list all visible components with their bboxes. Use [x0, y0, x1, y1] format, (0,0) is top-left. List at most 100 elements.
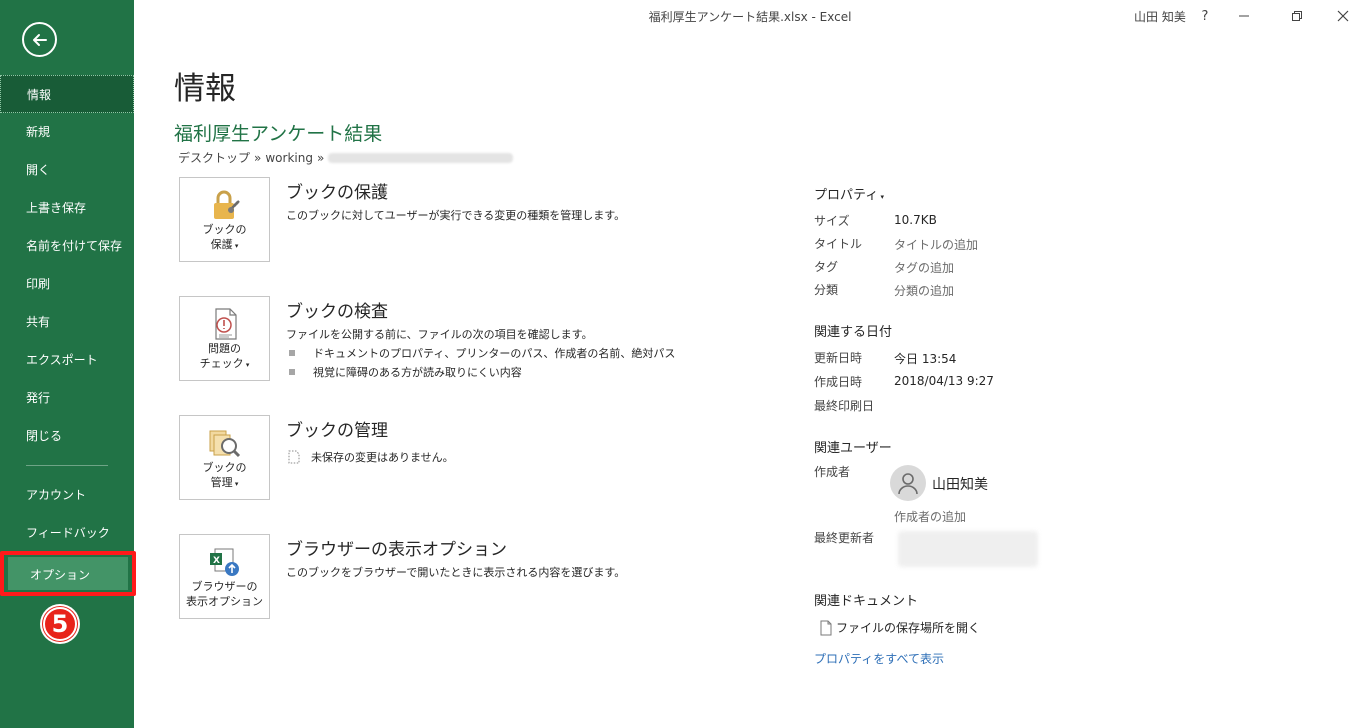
backstage-nav: 情報 新規 開く 上書き保存 名前を付けて保存 印刷 共有 エクスポート 発行 …: [0, 75, 134, 552]
add-title-field[interactable]: タイトルの追加: [894, 236, 978, 253]
nav-divider: [26, 465, 108, 466]
open-file-location-link[interactable]: ファイルの保存場所を開く: [820, 619, 980, 636]
manage-workbook-button[interactable]: ブックの 管理 ▾: [179, 415, 270, 500]
show-all-properties-link[interactable]: プロパティをすべて表示: [814, 650, 944, 667]
close-icon: [1337, 10, 1349, 22]
back-button[interactable]: [22, 22, 57, 57]
blurred-path: [328, 152, 514, 163]
dropdown-caret-icon: ▾: [243, 361, 250, 369]
browser-view-options-button[interactable]: X ブラウザーの 表示オプション: [179, 534, 270, 619]
nav-item-export[interactable]: エクスポート: [0, 341, 134, 379]
title-bar: 福利厚生アンケート結果.xlsx - Excel 山田 知美 ?: [134, 0, 1366, 32]
property-key: 作成者: [814, 465, 851, 479]
svg-text:X: X: [213, 556, 220, 566]
property-key: 作成日時: [814, 375, 863, 389]
person-icon: [898, 473, 918, 495]
no-unsaved-changes: 未保存の変更はありません。: [287, 449, 454, 465]
dropdown-caret-icon: ▾: [878, 193, 884, 201]
breadcrumb-desktop: デスクトップ: [178, 151, 251, 165]
breadcrumb-separator: »: [254, 150, 262, 165]
bullet-square-icon: [289, 350, 295, 356]
signed-in-user[interactable]: 山田 知美: [1134, 8, 1186, 25]
related-people-header: 関連ユーザー: [814, 441, 892, 456]
inspect-bullet-item: ドキュメントのプロパティ、プリンターのパス、作成者の名前、絶対パス: [289, 345, 675, 361]
nav-item-print[interactable]: 印刷: [0, 265, 134, 303]
back-arrow-icon: [32, 33, 47, 46]
breadcrumb-separator: »: [316, 150, 325, 165]
inspect-bullet-item: 視覚に障碍のある方が読み取りにくい内容: [289, 364, 522, 380]
blurred-last-modified-by: [898, 531, 1038, 567]
breadcrumb-working: working: [265, 150, 313, 165]
properties-header[interactable]: プロパティ ▾: [814, 184, 884, 203]
related-dates-header: 関連する日付: [814, 325, 893, 340]
nav-item-options[interactable]: オプション: [8, 557, 128, 590]
dropdown-caret-icon: ▾: [232, 242, 239, 250]
minimize-button[interactable]: [1221, 4, 1267, 28]
bullet-text: ドキュメントのプロパティ、プリンターのパス、作成者の名前、絶対パス: [313, 347, 676, 360]
restore-button[interactable]: [1274, 4, 1320, 28]
property-key: 最終印刷日: [814, 399, 875, 413]
lock-icon: [214, 190, 240, 219]
protect-workbook-button[interactable]: ブックの 保護 ▾: [179, 177, 270, 262]
nav-item-account[interactable]: アカウント: [0, 476, 134, 514]
section-description: このブックをブラウザーで開いたときに表示される内容を選びます。: [286, 566, 626, 579]
nav-item-save-as[interactable]: 名前を付けて保存: [0, 227, 134, 265]
property-key: 最終更新者: [814, 531, 875, 545]
dropdown-caret-icon: ▾: [232, 480, 239, 488]
file-title: 福利厚生アンケート結果: [174, 123, 383, 145]
property-value-size: 10.7KB: [894, 213, 937, 227]
manage-workbook-icon: [209, 430, 241, 458]
nav-item-publish[interactable]: 発行: [0, 379, 134, 417]
add-author-link[interactable]: 作成者の追加: [894, 508, 966, 525]
nav-item-close[interactable]: 閉じる: [0, 417, 134, 455]
nav-item-save[interactable]: 上書き保存: [0, 189, 134, 227]
section-title: ブックの保護: [286, 183, 388, 203]
bullet-square-icon: [289, 369, 295, 375]
properties-header-label: プロパティ: [814, 188, 879, 203]
nav-item-options-label: オプション: [30, 568, 91, 582]
author-name[interactable]: 山田知美: [932, 474, 988, 494]
restore-icon: [1292, 11, 1302, 21]
protect-button-line2: 保護: [210, 238, 233, 251]
nav-item-share[interactable]: 共有: [0, 303, 134, 341]
step-number: 5: [43, 607, 77, 641]
minimize-icon: [1239, 15, 1249, 17]
section-description: このブックに対してユーザーが実行できる変更の種類を管理します。: [286, 209, 626, 222]
bullet-text: 視覚に障碍のある方が読み取りにくい内容: [313, 366, 522, 379]
section-title: ブックの検査: [286, 302, 388, 322]
nav-item-info[interactable]: 情報: [0, 75, 134, 113]
property-key: サイズ: [814, 214, 850, 228]
backstage-sidebar: 情報 新規 開く 上書き保存 名前を付けて保存 印刷 共有 エクスポート 発行 …: [0, 0, 136, 728]
related-documents-header: 関連ドキュメント: [814, 594, 919, 609]
check-button-line2: チェック: [199, 357, 244, 370]
browser-button-line2: 表示オプション: [186, 595, 263, 608]
step-number-badge: 5: [40, 604, 80, 644]
created-date-value: 2018/04/13 9:27: [894, 374, 994, 388]
check-for-issues-button[interactable]: 問題の チェック ▾: [179, 296, 270, 381]
browser-view-icon: X: [210, 548, 239, 576]
property-key: 分類: [814, 283, 839, 297]
section-title: ブックの管理: [286, 421, 388, 441]
nav-item-open[interactable]: 開く: [0, 151, 134, 189]
manage-button-line1: ブックの: [202, 461, 247, 474]
section-description: ファイルを公開する前に、ファイルの次の項目を確認します。: [286, 328, 593, 341]
page-title: 情報: [174, 71, 236, 107]
close-button[interactable]: [1320, 4, 1366, 28]
browser-button-line1: ブラウザーの: [191, 580, 258, 593]
manage-button-line2: 管理: [210, 476, 233, 489]
options-highlight-box: オプション: [0, 551, 136, 596]
nav-item-new[interactable]: 新規: [0, 113, 134, 151]
modified-date-value: 今日 13:54: [894, 352, 957, 366]
property-key: タイトル: [814, 237, 863, 251]
inspect-document-icon: [215, 308, 237, 340]
avatar: [890, 465, 926, 501]
document-dotted-icon: [288, 450, 300, 464]
section-title: ブラウザーの表示オプション: [286, 540, 507, 560]
protect-button-line1: ブックの: [202, 223, 247, 236]
add-tag-field[interactable]: タグの追加: [894, 259, 954, 276]
nav-item-feedback[interactable]: フィードバック: [0, 514, 134, 552]
unsaved-changes-text: 未保存の変更はありません。: [311, 451, 454, 464]
breadcrumb: デスクトップ » working »: [178, 149, 514, 166]
add-category-field[interactable]: 分類の追加: [894, 282, 954, 299]
property-key: 更新日時: [814, 351, 863, 365]
